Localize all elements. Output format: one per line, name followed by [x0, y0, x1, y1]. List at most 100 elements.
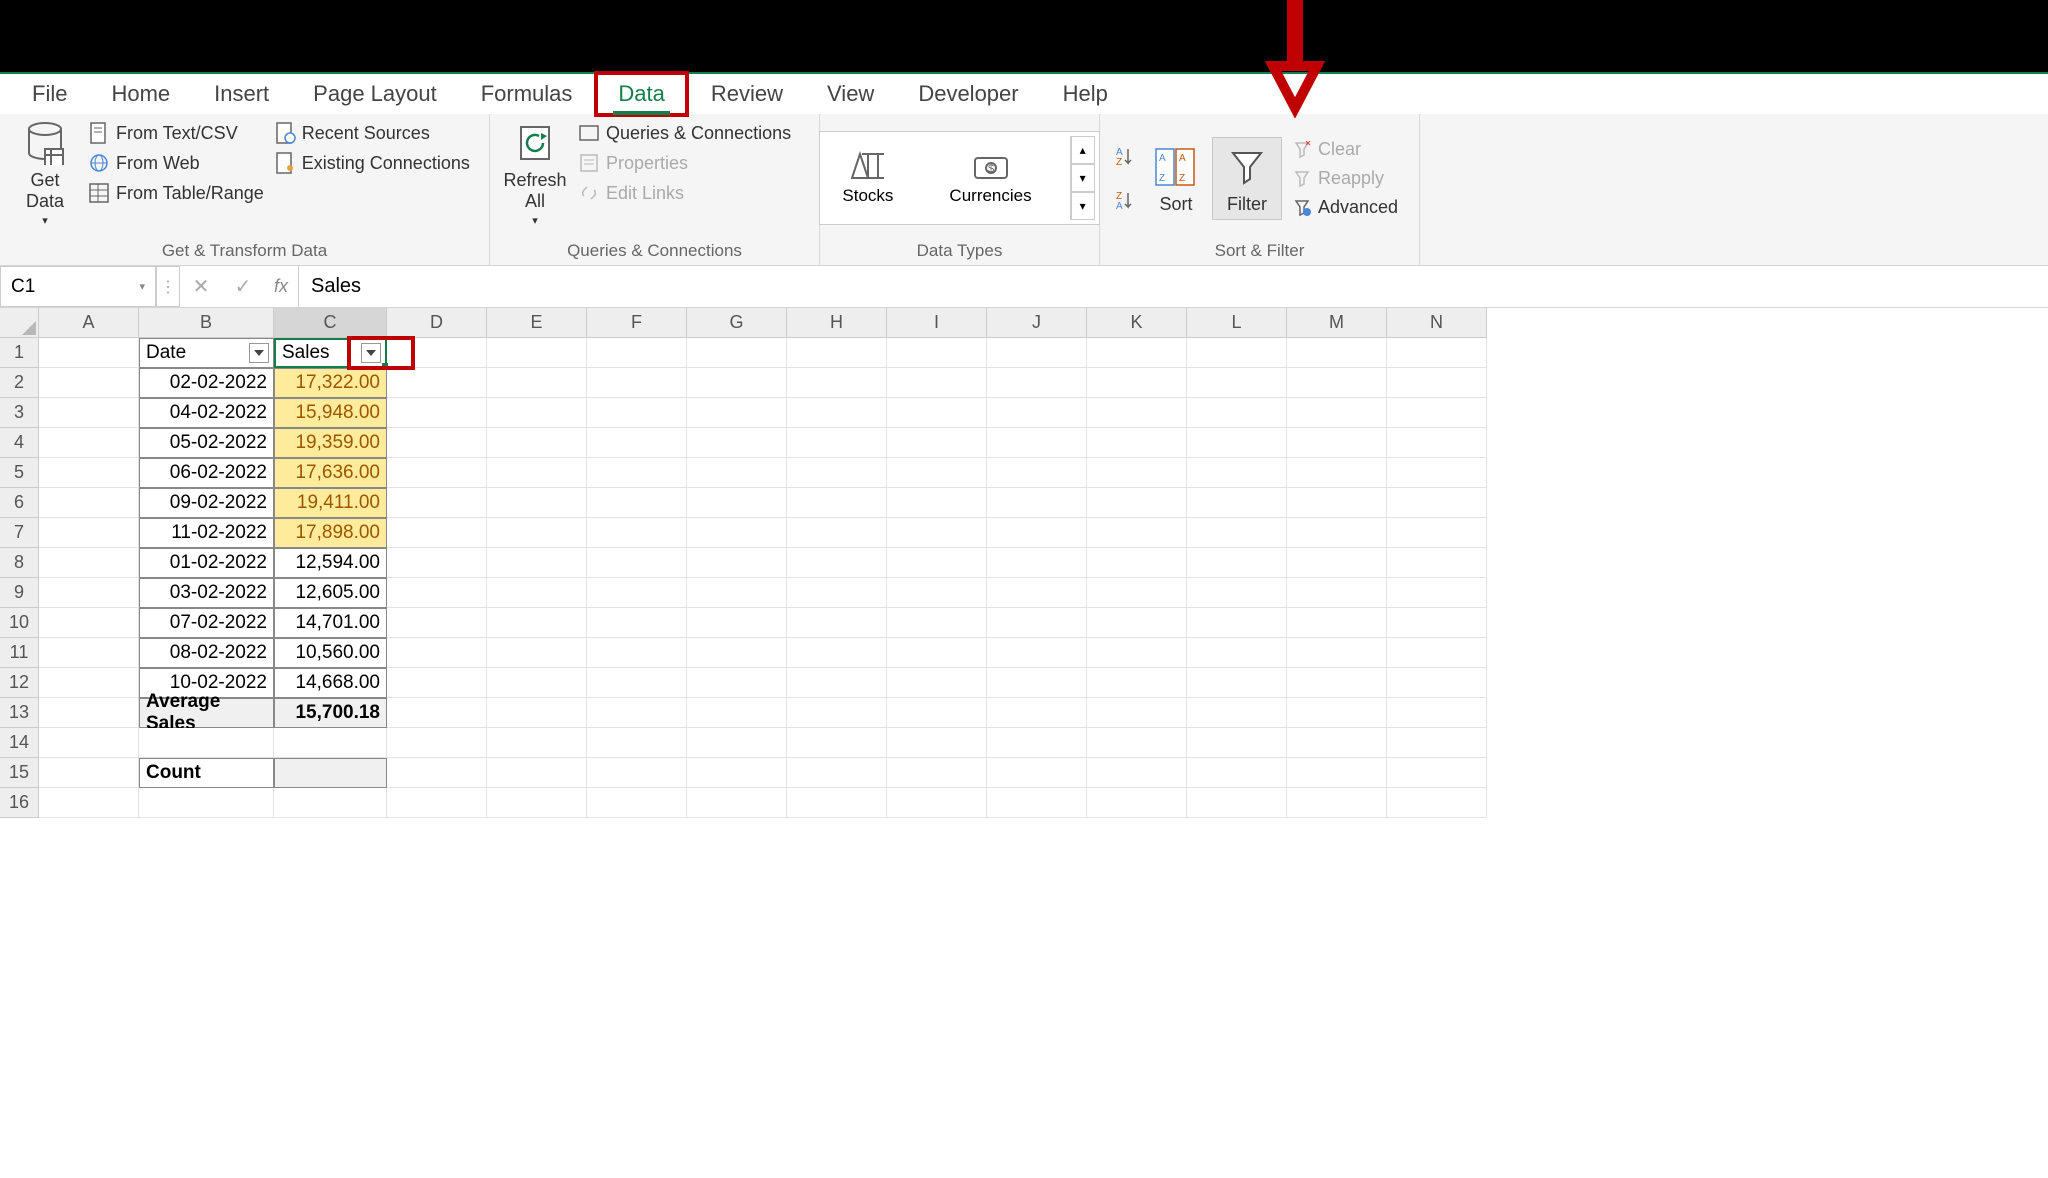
- sales-cell[interactable]: 17,898.00: [274, 518, 387, 548]
- cell[interactable]: [587, 548, 687, 578]
- row-header-7[interactable]: 7: [0, 518, 39, 548]
- cell[interactable]: [1087, 668, 1187, 698]
- tab-file[interactable]: File: [10, 73, 89, 115]
- sales-cell[interactable]: 19,359.00: [274, 428, 387, 458]
- cell[interactable]: [1387, 668, 1487, 698]
- cell[interactable]: [687, 638, 787, 668]
- cell[interactable]: [487, 548, 587, 578]
- cell[interactable]: [487, 668, 587, 698]
- cell[interactable]: [587, 788, 687, 818]
- name-box[interactable]: C1 ▾: [0, 266, 156, 307]
- tab-review[interactable]: Review: [689, 73, 805, 115]
- cell[interactable]: [987, 428, 1087, 458]
- cell[interactable]: [39, 338, 139, 368]
- cell[interactable]: [887, 668, 987, 698]
- cell[interactable]: [987, 398, 1087, 428]
- cell[interactable]: [587, 368, 687, 398]
- cell[interactable]: [787, 428, 887, 458]
- currencies-type[interactable]: $ Currencies: [931, 146, 1049, 210]
- cell[interactable]: [39, 458, 139, 488]
- cell[interactable]: [687, 338, 787, 368]
- cell[interactable]: [39, 518, 139, 548]
- cell[interactable]: [787, 548, 887, 578]
- cell[interactable]: [887, 638, 987, 668]
- cell[interactable]: [1087, 368, 1187, 398]
- column-header-n[interactable]: N: [1387, 308, 1487, 338]
- cell[interactable]: [787, 488, 887, 518]
- cell[interactable]: [1087, 578, 1187, 608]
- cell[interactable]: [487, 788, 587, 818]
- cell[interactable]: [887, 788, 987, 818]
- cell[interactable]: [1387, 578, 1487, 608]
- cell[interactable]: [1087, 758, 1187, 788]
- cell[interactable]: [39, 488, 139, 518]
- cell[interactable]: [387, 548, 487, 578]
- cell[interactable]: [587, 398, 687, 428]
- cell[interactable]: [487, 428, 587, 458]
- date-cell[interactable]: 04-02-2022: [139, 398, 274, 428]
- cell[interactable]: [587, 518, 687, 548]
- cell[interactable]: [987, 668, 1087, 698]
- date-cell[interactable]: 11-02-2022: [139, 518, 274, 548]
- cell[interactable]: [274, 728, 387, 758]
- cell[interactable]: [587, 488, 687, 518]
- cell[interactable]: [587, 608, 687, 638]
- cell[interactable]: [387, 608, 487, 638]
- row-header-12[interactable]: 12: [0, 668, 39, 698]
- cell[interactable]: [1287, 548, 1387, 578]
- cell[interactable]: [139, 788, 274, 818]
- select-all-corner[interactable]: [0, 308, 39, 338]
- cell[interactable]: [787, 578, 887, 608]
- column-header-h[interactable]: H: [787, 308, 887, 338]
- cell[interactable]: [1087, 548, 1187, 578]
- cell[interactable]: [587, 668, 687, 698]
- cell[interactable]: [274, 788, 387, 818]
- cell[interactable]: [39, 368, 139, 398]
- tab-page-layout[interactable]: Page Layout: [291, 73, 459, 115]
- average-value-cell[interactable]: 15,700.18: [274, 698, 387, 728]
- cell[interactable]: [587, 428, 687, 458]
- sales-cell[interactable]: 17,322.00: [274, 368, 387, 398]
- cell[interactable]: [1387, 428, 1487, 458]
- cell[interactable]: [1287, 398, 1387, 428]
- cell[interactable]: [687, 398, 787, 428]
- cell[interactable]: [987, 488, 1087, 518]
- cell[interactable]: [787, 458, 887, 488]
- accept-formula-button[interactable]: ✓: [222, 266, 264, 307]
- cell[interactable]: [1287, 608, 1387, 638]
- sales-cell[interactable]: 10,560.00: [274, 638, 387, 668]
- column-header-j[interactable]: J: [987, 308, 1087, 338]
- sales-cell[interactable]: 12,594.00: [274, 548, 387, 578]
- cell[interactable]: [987, 638, 1087, 668]
- cell[interactable]: [787, 608, 887, 638]
- row-header-4[interactable]: 4: [0, 428, 39, 458]
- column-header-g[interactable]: G: [687, 308, 787, 338]
- cell[interactable]: [887, 578, 987, 608]
- filter-button[interactable]: Filter: [1221, 142, 1273, 215]
- cell[interactable]: [987, 578, 1087, 608]
- sort-button[interactable]: AZAZ Sort: [1148, 142, 1204, 215]
- cell[interactable]: [687, 668, 787, 698]
- sales-cell[interactable]: 14,668.00: [274, 668, 387, 698]
- cell[interactable]: [1287, 488, 1387, 518]
- cell[interactable]: [687, 608, 787, 638]
- date-cell[interactable]: 01-02-2022: [139, 548, 274, 578]
- cell[interactable]: [1187, 548, 1287, 578]
- cell[interactable]: [39, 698, 139, 728]
- cell[interactable]: [587, 578, 687, 608]
- cell[interactable]: [687, 458, 787, 488]
- row-header-8[interactable]: 8: [0, 548, 39, 578]
- cell[interactable]: [487, 578, 587, 608]
- cell[interactable]: [987, 458, 1087, 488]
- column-header-k[interactable]: K: [1087, 308, 1187, 338]
- row-header-11[interactable]: 11: [0, 638, 39, 668]
- cell[interactable]: [687, 728, 787, 758]
- cell[interactable]: [1387, 698, 1487, 728]
- tab-developer[interactable]: Developer: [896, 73, 1040, 115]
- cell[interactable]: [1187, 668, 1287, 698]
- cell[interactable]: [887, 428, 987, 458]
- cell[interactable]: [1387, 368, 1487, 398]
- cell[interactable]: [1087, 638, 1187, 668]
- cell[interactable]: [1387, 788, 1487, 818]
- cell[interactable]: [887, 608, 987, 638]
